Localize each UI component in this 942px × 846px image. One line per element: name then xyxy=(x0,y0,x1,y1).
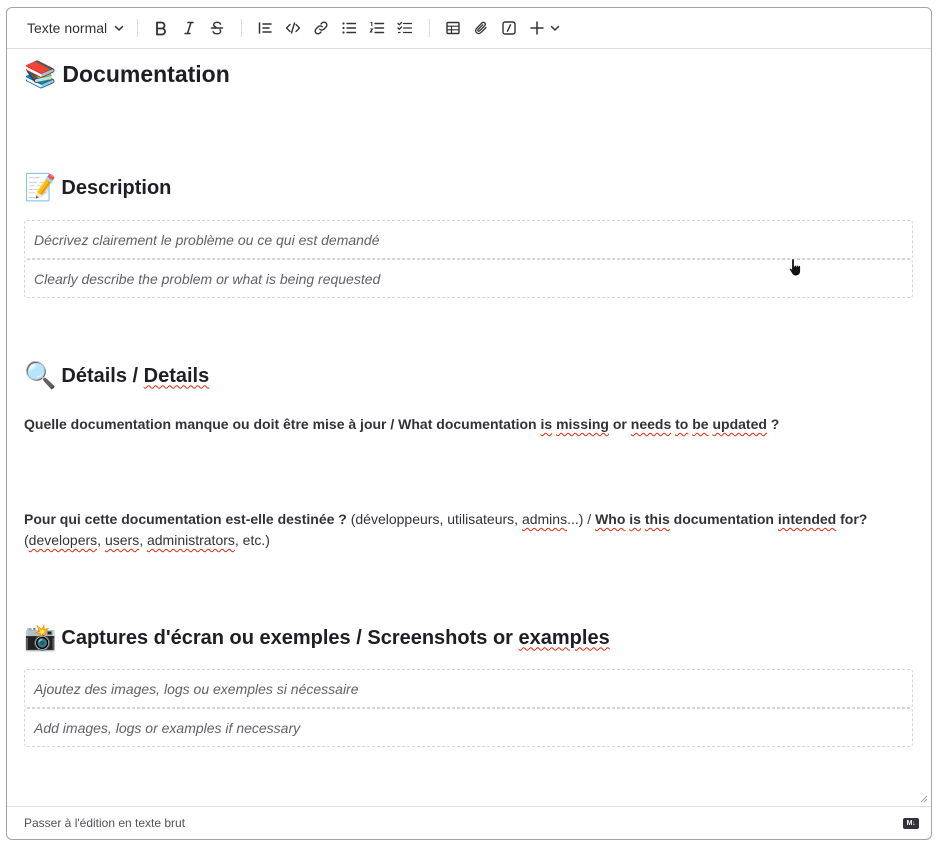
toolbar-divider xyxy=(241,19,243,37)
screenshots-heading: 📸 Captures d'écran ou exemples / Screens… xyxy=(24,625,610,651)
editor-footer: Passer à l'édition en texte brut M↓ xyxy=(7,806,931,839)
books-emoji: 📚 xyxy=(24,59,57,90)
italic-button[interactable] xyxy=(175,14,203,42)
page-title-text: Documentation xyxy=(62,61,230,87)
chevron-down-icon xyxy=(114,25,124,31)
link-icon xyxy=(314,21,328,35)
strikethrough-button[interactable] xyxy=(203,14,231,42)
details-question-1: Quelle documentation manque ou doit être… xyxy=(24,416,780,432)
details-heading-text: Détails / Details xyxy=(61,364,210,387)
plus-icon xyxy=(530,21,544,35)
toolbar-divider xyxy=(429,19,431,37)
description-heading-text: Description xyxy=(61,176,172,199)
code-icon xyxy=(285,22,301,34)
camera-flash-emoji: 📸 xyxy=(24,623,57,653)
more-actions-dropdown[interactable] xyxy=(527,14,561,42)
task-list-button[interactable] xyxy=(391,14,419,42)
numbered-list-icon xyxy=(369,21,385,34)
editor-content[interactable]: 📚 Documentation 📝 Description Décrivez c… xyxy=(24,49,913,805)
blockquote-icon xyxy=(258,22,272,34)
attachment-button[interactable] xyxy=(467,14,495,42)
link-button[interactable] xyxy=(307,14,335,42)
slash-command-button[interactable] xyxy=(495,14,523,42)
screenshots-placeholder-fr[interactable]: Ajoutez des images, logs ou exemples si … xyxy=(24,669,913,708)
text-style-label: Texte normal xyxy=(27,20,108,36)
description-placeholder-en[interactable]: Clearly describe the problem or what is … xyxy=(24,259,913,298)
magnifier-emoji: 🔍 xyxy=(24,361,57,391)
hand-pointer-cursor-icon xyxy=(788,257,802,277)
slash-command-icon xyxy=(502,21,516,35)
task-list-icon xyxy=(397,21,413,34)
editor-toolbar: Texte normal xyxy=(7,8,931,49)
rich-text-editor[interactable]: Texte normal 📚 Documentation 📝 Descripti… xyxy=(6,7,932,840)
paperclip-icon xyxy=(475,21,487,35)
table-button[interactable] xyxy=(439,14,467,42)
details-heading: 🔍 Détails / Details xyxy=(24,363,209,389)
text-style-dropdown[interactable]: Texte normal xyxy=(25,14,127,42)
italic-icon xyxy=(184,21,194,35)
page-title: 📚 Documentation xyxy=(24,61,230,88)
chevron-down-icon xyxy=(550,25,560,31)
blockquote-button[interactable] xyxy=(251,14,279,42)
strikethrough-icon xyxy=(210,21,224,35)
details-question-2: Pour qui cette documentation est-elle de… xyxy=(24,511,868,548)
memo-emoji: 📝 xyxy=(24,173,57,203)
bullet-list-icon xyxy=(342,22,357,34)
bold-icon xyxy=(156,21,166,36)
switch-to-plain-text-link[interactable]: Passer à l'édition en texte brut xyxy=(24,816,185,830)
description-placeholder-fr[interactable]: Décrivez clairement le problème ou ce qu… xyxy=(24,220,913,259)
markdown-icon: M↓ xyxy=(903,817,919,829)
description-heading: 📝 Description xyxy=(24,175,171,201)
bold-button[interactable] xyxy=(147,14,175,42)
screenshots-heading-text: Captures d'écran ou exemples / Screensho… xyxy=(61,626,610,649)
plus-button[interactable] xyxy=(527,14,547,42)
resize-handle-icon[interactable] xyxy=(920,795,928,803)
toolbar-divider xyxy=(137,19,139,37)
numbered-list-button[interactable] xyxy=(363,14,391,42)
table-icon xyxy=(446,21,460,35)
code-button[interactable] xyxy=(279,14,307,42)
bullet-list-button[interactable] xyxy=(335,14,363,42)
screenshots-placeholder-en[interactable]: Add images, logs or examples if necessar… xyxy=(24,708,913,747)
